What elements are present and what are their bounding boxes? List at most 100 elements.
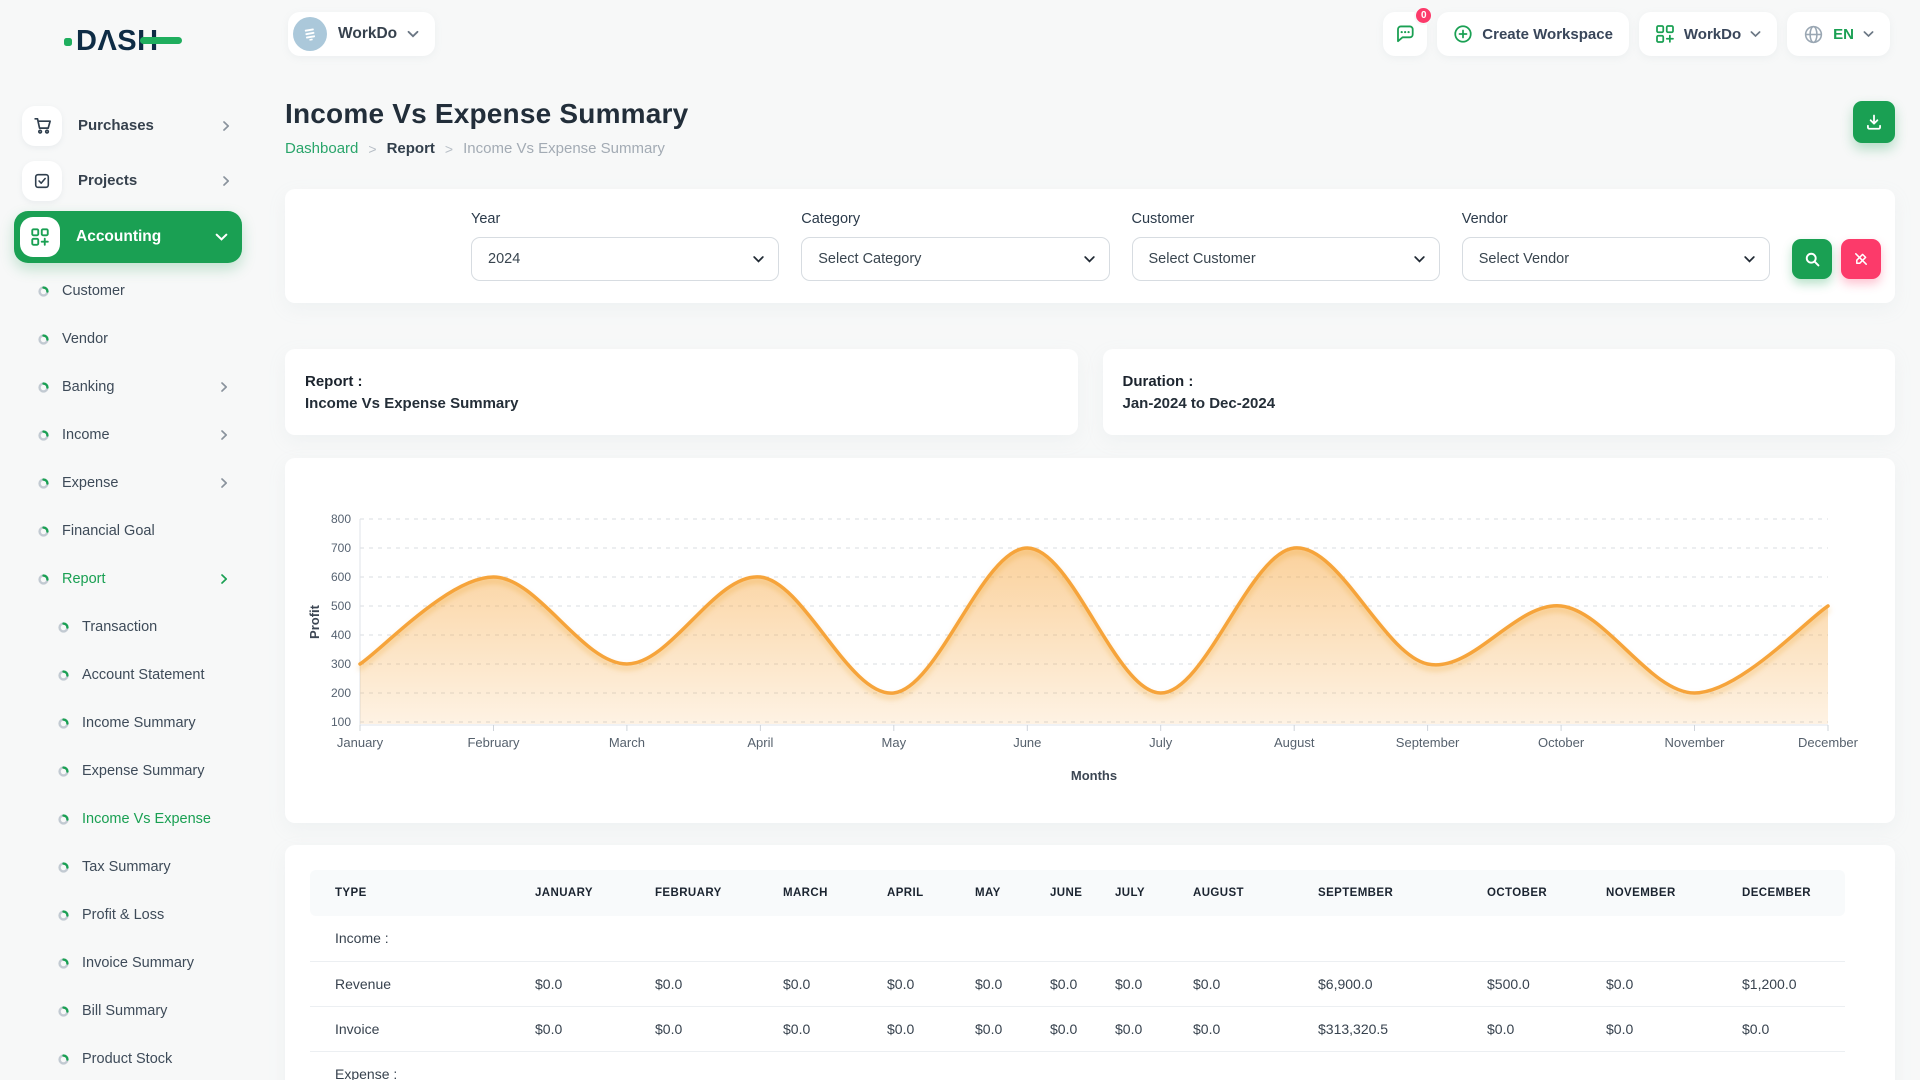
row-value: $0.0 bbox=[1462, 1006, 1581, 1051]
reset-filter-button[interactable] bbox=[1841, 239, 1881, 279]
category-label: Category bbox=[801, 211, 1109, 227]
sidebar-item-label: Report bbox=[62, 571, 218, 587]
logo-text: DΛS bbox=[76, 25, 137, 58]
svg-text:700: 700 bbox=[331, 541, 351, 555]
checkbox-icon bbox=[33, 172, 51, 190]
sidebar-item-expense-summary[interactable]: Expense Summary bbox=[14, 747, 242, 795]
svg-text:December: December bbox=[1798, 735, 1859, 750]
report-info-value: Income Vs Expense Summary bbox=[305, 395, 1078, 412]
column-header-february: FEBRUARY bbox=[630, 870, 758, 916]
logo-text-h: H bbox=[137, 25, 158, 58]
sidebar-item-product-stock[interactable]: Product Stock bbox=[14, 1035, 242, 1080]
globe-icon bbox=[1803, 24, 1824, 45]
plus-circle-icon bbox=[1453, 24, 1473, 44]
svg-text:May: May bbox=[882, 735, 907, 750]
row-value: $0.0 bbox=[862, 1006, 950, 1051]
download-report-button[interactable] bbox=[1853, 101, 1895, 143]
sidebar-item-projects[interactable]: Projects bbox=[14, 153, 242, 208]
language-label: EN bbox=[1833, 26, 1854, 43]
sidebar-item-profit-loss[interactable]: Profit & Loss bbox=[14, 891, 242, 939]
report-info-label: Report : bbox=[305, 373, 1078, 390]
sidebar-item-tax-summary[interactable]: Tax Summary bbox=[14, 843, 242, 891]
sidebar-item-report[interactable]: Report bbox=[14, 555, 242, 603]
chevron-down-icon bbox=[1743, 252, 1756, 266]
sidebar-item-label: Banking bbox=[62, 379, 218, 395]
page-title: Income Vs Expense Summary bbox=[285, 98, 688, 130]
svg-text:July: July bbox=[1149, 735, 1173, 750]
sidebar-item-purchases[interactable]: Purchases bbox=[14, 98, 242, 153]
messages-button[interactable]: 0 bbox=[1383, 12, 1427, 56]
sidebar-item-income-summary[interactable]: Income Summary bbox=[14, 699, 242, 747]
year-select[interactable]: 2024 bbox=[471, 237, 779, 281]
app-logo[interactable]: DΛS H bbox=[64, 26, 256, 56]
bullet-icon bbox=[58, 910, 69, 921]
workspace-selector[interactable]: WorkDo bbox=[288, 12, 435, 56]
workspace-avatar bbox=[293, 17, 327, 51]
section-title: Income : bbox=[310, 916, 1845, 961]
sidebar-item-customer[interactable]: Customer bbox=[14, 267, 242, 315]
filter-vendor: Vendor Select Vendor bbox=[1462, 211, 1770, 281]
row-value: $0.0 bbox=[510, 961, 630, 1006]
sidebar-item-banking[interactable]: Banking bbox=[14, 363, 242, 411]
category-select[interactable]: Select Category bbox=[801, 237, 1109, 281]
apply-filter-button[interactable] bbox=[1792, 239, 1832, 279]
section-row-expense: Expense : bbox=[310, 1051, 1845, 1080]
year-select-value: 2024 bbox=[488, 251, 520, 267]
sidebar-section-accounting[interactable]: Accounting bbox=[14, 211, 242, 263]
filter-buttons bbox=[1792, 239, 1881, 279]
sidebar-item-label: Income Vs Expense bbox=[82, 811, 230, 827]
bullet-icon bbox=[38, 382, 49, 393]
sidebar-item-expense[interactable]: Expense bbox=[14, 459, 242, 507]
filter-row: Year 2024 Category Select Category Custo… bbox=[471, 211, 1881, 281]
vendor-select[interactable]: Select Vendor bbox=[1462, 237, 1770, 281]
breadcrumb-current: Income Vs Expense Summary bbox=[463, 140, 665, 157]
reset-filter-icon bbox=[1853, 251, 1869, 267]
language-selector[interactable]: EN bbox=[1787, 12, 1890, 56]
sidebar-item-account-statement[interactable]: Account Statement bbox=[14, 651, 242, 699]
svg-text:600: 600 bbox=[331, 570, 351, 584]
svg-text:January: January bbox=[337, 735, 384, 750]
row-value: $6,900.0 bbox=[1293, 961, 1462, 1006]
bullet-icon bbox=[38, 478, 49, 489]
chevron-down-icon bbox=[1413, 252, 1426, 266]
sidebar-item-label: Transaction bbox=[82, 619, 230, 635]
column-header-august: AUGUST bbox=[1168, 870, 1293, 916]
sidebar-item-bill-summary[interactable]: Bill Summary bbox=[14, 987, 242, 1035]
chevron-right-icon bbox=[218, 573, 230, 585]
sidebar-item-income[interactable]: Income bbox=[14, 411, 242, 459]
bullet-icon bbox=[58, 622, 69, 633]
row-value: $0.0 bbox=[510, 1006, 630, 1051]
breadcrumb-dashboard[interactable]: Dashboard bbox=[285, 140, 358, 157]
sidebar-item-financial-goal[interactable]: Financial Goal bbox=[14, 507, 242, 555]
create-workspace-button[interactable]: Create Workspace bbox=[1437, 12, 1629, 56]
duration-info-card: Duration : Jan-2024 to Dec-2024 bbox=[1103, 349, 1896, 435]
apps-grid-icon bbox=[1655, 24, 1675, 44]
sidebar-item-vendor[interactable]: Vendor bbox=[14, 315, 242, 363]
section-row-income: Income : bbox=[310, 916, 1845, 961]
bullet-icon bbox=[38, 334, 49, 345]
customer-select[interactable]: Select Customer bbox=[1132, 237, 1440, 281]
chevron-right-icon bbox=[218, 477, 230, 489]
sidebar-section-label: Accounting bbox=[76, 228, 215, 246]
row-value: $0.0 bbox=[950, 1006, 1025, 1051]
workdo-menu-button[interactable]: WorkDo bbox=[1639, 12, 1777, 56]
row-value: $0.0 bbox=[1090, 1006, 1168, 1051]
sidebar-item-invoice-summary[interactable]: Invoice Summary bbox=[14, 939, 242, 987]
category-select-value: Select Category bbox=[818, 251, 921, 267]
sidebar-item-income-vs-expense[interactable]: Income Vs Expense bbox=[14, 795, 242, 843]
breadcrumb-report[interactable]: Report bbox=[387, 140, 435, 157]
section-title: Expense : bbox=[310, 1051, 1845, 1080]
sidebar-item-transaction[interactable]: Transaction bbox=[14, 603, 242, 651]
chevron-down-icon bbox=[215, 232, 228, 242]
bullet-icon bbox=[38, 286, 49, 297]
breadcrumb-separator: > bbox=[445, 141, 453, 157]
income-expense-table-card: TYPEJANUARYFEBRUARYMARCHAPRILMAYJUNEJULY… bbox=[285, 845, 1895, 1080]
chevron-right-icon bbox=[220, 175, 232, 187]
bullet-icon bbox=[38, 430, 49, 441]
main-content: Income Vs Expense Summary Dashboard > Repo… bbox=[256, 60, 1920, 1080]
column-header-december: DECEMBER bbox=[1717, 870, 1845, 916]
column-header-may: MAY bbox=[950, 870, 1025, 916]
svg-text:500: 500 bbox=[331, 599, 351, 613]
title-row: Income Vs Expense Summary Dashboard > Repo… bbox=[285, 98, 1895, 157]
sidebar-item-label: Account Statement bbox=[82, 667, 230, 683]
